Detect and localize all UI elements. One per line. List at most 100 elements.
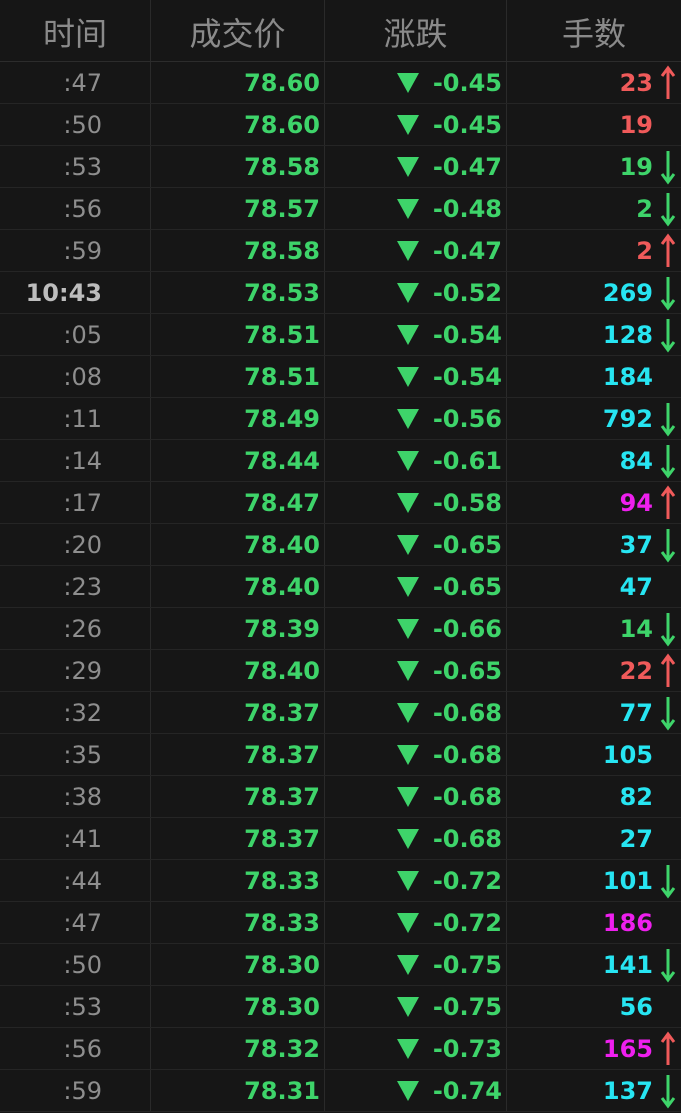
price-cell: 78.33 xyxy=(151,902,325,943)
change-cell: -0.65 xyxy=(325,566,507,607)
price-cell: 78.30 xyxy=(151,944,325,985)
table-row[interactable]: :50 78.30 -0.75 141 xyxy=(0,944,681,986)
table-row[interactable]: :53 78.30 -0.75 56 xyxy=(0,986,681,1028)
time-cell: :23 xyxy=(0,566,151,607)
table-row[interactable]: :26 78.39 -0.66 14 xyxy=(0,608,681,650)
table-row[interactable]: :08 78.51 -0.54 184 xyxy=(0,356,681,398)
table-row[interactable]: :41 78.37 -0.68 27 xyxy=(0,818,681,860)
change-cell: -0.74 xyxy=(325,1070,507,1111)
table-row[interactable]: :56 78.32 -0.73 165 xyxy=(0,1028,681,1070)
tick-trade-table: 时间 成交价 涨跌 手数 :47 78.60 -0.45 23:50 78.60 -0.4… xyxy=(0,0,681,1113)
time-cell: :08 xyxy=(0,356,151,397)
volume-cell: 101 xyxy=(507,860,681,901)
volume-cell: 22 xyxy=(507,650,681,691)
table-row[interactable]: :29 78.40 -0.65 22 xyxy=(0,650,681,692)
down-triangle-icon xyxy=(396,534,419,555)
table-row[interactable]: :59 78.58 -0.47 2 xyxy=(0,230,681,272)
volume-cell: 2 xyxy=(507,230,681,271)
table-row[interactable]: :05 78.51 -0.54 128 xyxy=(0,314,681,356)
volume-value: 14 xyxy=(619,614,653,643)
volume-value: 84 xyxy=(619,446,653,475)
volume-value: 23 xyxy=(619,68,653,97)
volume-cell: 94 xyxy=(507,482,681,523)
price-cell: 78.40 xyxy=(151,566,325,607)
table-row[interactable]: :35 78.37 -0.68 105 xyxy=(0,734,681,776)
time-cell: :05 xyxy=(0,314,151,355)
time-cell: :50 xyxy=(0,104,151,145)
change-cell: -0.56 xyxy=(325,398,507,439)
table-row[interactable]: :32 78.37 -0.68 77 xyxy=(0,692,681,734)
volume-cell: 186 xyxy=(507,902,681,943)
table-row[interactable]: :50 78.60 -0.45 19 xyxy=(0,104,681,146)
arrow-down-icon xyxy=(659,611,677,647)
table-row[interactable]: :53 78.58 -0.47 19 xyxy=(0,146,681,188)
price-cell: 78.60 xyxy=(151,104,325,145)
time-cell: :29 xyxy=(0,650,151,691)
change-value: -0.52 xyxy=(432,278,502,307)
table-row[interactable]: :44 78.33 -0.72 101 xyxy=(0,860,681,902)
change-value: -0.68 xyxy=(432,824,502,853)
price-cell: 78.44 xyxy=(151,440,325,481)
arrow-up-icon xyxy=(659,1031,677,1067)
column-header-price[interactable]: 成交价 xyxy=(151,0,325,61)
arrow-up-icon xyxy=(659,233,677,269)
time-cell: :44 xyxy=(0,860,151,901)
change-cell: -0.54 xyxy=(325,314,507,355)
arrow-down-icon xyxy=(659,527,677,563)
price-cell: 78.51 xyxy=(151,356,325,397)
change-value: -0.68 xyxy=(432,740,502,769)
volume-value: 82 xyxy=(619,782,653,811)
table-row[interactable]: :20 78.40 -0.65 37 xyxy=(0,524,681,566)
down-triangle-icon xyxy=(396,954,419,975)
change-cell: -0.52 xyxy=(325,272,507,313)
arrow-placeholder xyxy=(659,737,677,773)
change-value: -0.58 xyxy=(432,488,502,517)
change-value: -0.66 xyxy=(432,614,502,643)
change-cell: -0.66 xyxy=(325,608,507,649)
table-row[interactable]: 10:43 78.53 -0.52 269 xyxy=(0,272,681,314)
column-header-time[interactable]: 时间 xyxy=(0,0,151,61)
price-cell: 78.57 xyxy=(151,188,325,229)
table-row[interactable]: :47 78.33 -0.72 186 xyxy=(0,902,681,944)
down-triangle-icon xyxy=(396,240,419,261)
time-cell: :56 xyxy=(0,1028,151,1069)
time-cell: :53 xyxy=(0,986,151,1027)
time-cell: :41 xyxy=(0,818,151,859)
price-cell: 78.30 xyxy=(151,986,325,1027)
price-cell: 78.37 xyxy=(151,734,325,775)
volume-value: 47 xyxy=(619,572,653,601)
column-header-change[interactable]: 涨跌 xyxy=(325,0,507,61)
volume-value: 165 xyxy=(602,1034,653,1063)
change-cell: -0.75 xyxy=(325,986,507,1027)
table-row[interactable]: :11 78.49 -0.56 792 xyxy=(0,398,681,440)
change-cell: -0.68 xyxy=(325,692,507,733)
time-cell: :53 xyxy=(0,146,151,187)
change-cell: -0.72 xyxy=(325,860,507,901)
table-row[interactable]: :38 78.37 -0.68 82 xyxy=(0,776,681,818)
volume-value: 77 xyxy=(619,698,653,727)
volume-value: 22 xyxy=(619,656,653,685)
table-row[interactable]: :59 78.31 -0.74 137 xyxy=(0,1070,681,1112)
volume-cell: 47 xyxy=(507,566,681,607)
arrow-down-icon xyxy=(659,191,677,227)
change-cell: -0.68 xyxy=(325,776,507,817)
change-cell: -0.75 xyxy=(325,944,507,985)
price-cell: 78.40 xyxy=(151,650,325,691)
arrow-placeholder xyxy=(659,569,677,605)
volume-cell: 19 xyxy=(507,104,681,145)
table-row[interactable]: :17 78.47 -0.58 94 xyxy=(0,482,681,524)
arrow-up-icon xyxy=(659,653,677,689)
table-row[interactable]: :23 78.40 -0.65 47 xyxy=(0,566,681,608)
change-cell: -0.65 xyxy=(325,524,507,565)
volume-value: 2 xyxy=(636,236,653,265)
down-triangle-icon xyxy=(396,618,419,639)
down-triangle-icon xyxy=(396,156,419,177)
column-header-volume[interactable]: 手数 xyxy=(507,0,681,61)
table-row[interactable]: :47 78.60 -0.45 23 xyxy=(0,62,681,104)
table-row[interactable]: :56 78.57 -0.48 2 xyxy=(0,188,681,230)
arrow-placeholder xyxy=(659,905,677,941)
change-value: -0.75 xyxy=(432,992,502,1021)
down-triangle-icon xyxy=(396,660,419,681)
table-row[interactable]: :14 78.44 -0.61 84 xyxy=(0,440,681,482)
change-cell: -0.48 xyxy=(325,188,507,229)
